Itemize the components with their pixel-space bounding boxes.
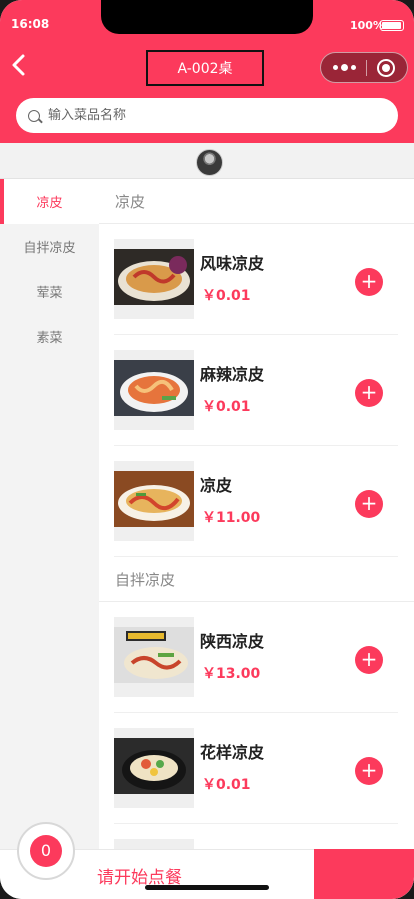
dish-name: 凉皮	[200, 476, 233, 495]
cart-count-badge: 0	[30, 835, 62, 867]
home-indicator	[145, 885, 269, 890]
add-to-cart-button[interactable]: +	[355, 646, 383, 674]
shop-avatar[interactable]	[196, 149, 223, 176]
section-title: 凉皮	[99, 179, 414, 224]
section-title: 自拌凉皮	[99, 557, 414, 602]
dish-item: 花样凉皮 ￥0.01 +	[114, 713, 398, 824]
add-to-cart-button[interactable]: +	[355, 268, 383, 296]
close-miniprogram-icon[interactable]	[377, 59, 395, 77]
page-title: A-002桌	[146, 50, 264, 86]
food-photo-icon	[114, 249, 194, 305]
sidebar-item-label: 素菜	[36, 331, 63, 346]
food-photo-icon	[114, 471, 194, 527]
dish-item: 凉皮 ￥11.00 +	[114, 446, 398, 557]
dish-name: 风味凉皮	[200, 254, 265, 273]
sidebar-item-huncai[interactable]: 荤菜	[0, 269, 99, 314]
cart-button[interactable]: 0	[17, 822, 75, 880]
dish-price: ￥13.00	[202, 666, 261, 682]
dish-price: ￥0.01	[202, 777, 251, 793]
food-photo-icon	[114, 738, 194, 794]
food-photo-icon	[114, 627, 194, 683]
back-arrow-icon[interactable]	[8, 52, 30, 78]
search-bar	[16, 98, 398, 133]
food-photo-icon	[114, 360, 194, 416]
sidebar-item-zibang-liangpi[interactable]: 自拌凉皮	[0, 224, 99, 269]
add-to-cart-button[interactable]: +	[355, 379, 383, 407]
battery-percent: 100%	[350, 19, 384, 32]
phone-screen: 16:08 100% A-002桌 凉皮 自拌凉皮 荤菜 素菜	[0, 0, 414, 899]
dish-image[interactable]	[114, 728, 194, 808]
dish-name: 陕西凉皮	[200, 632, 265, 651]
dish-name: 麻辣凉皮	[200, 365, 265, 384]
search-icon	[28, 109, 40, 122]
dish-image[interactable]	[114, 617, 194, 697]
dish-image[interactable]	[114, 839, 194, 849]
header-bar: 16:08 100% A-002桌	[0, 0, 414, 143]
battery-icon	[380, 20, 404, 31]
dish-item: 陕西凉皮 ￥13.00 +	[114, 602, 398, 713]
dish-list: 凉皮 风味凉皮 ￥0.01 + 麻辣凉皮 ￥0.01 + 凉皮 ￥11.00 +…	[99, 179, 414, 849]
more-menu-icon[interactable]	[333, 53, 363, 82]
dish-price: ￥0.01	[202, 399, 251, 415]
search-input[interactable]	[48, 108, 368, 123]
dish-name: 花样凉皮	[200, 743, 265, 762]
dish-item	[114, 824, 398, 849]
miniprogram-capsule	[320, 52, 408, 83]
sidebar-item-label: 自拌凉皮	[23, 241, 76, 256]
notch	[101, 0, 313, 34]
dish-item: 麻辣凉皮 ￥0.01 +	[114, 335, 398, 446]
checkout-button[interactable]	[314, 849, 414, 899]
capsule-divider	[366, 60, 367, 76]
sidebar-item-sucai[interactable]: 素菜	[0, 314, 99, 359]
dish-image[interactable]	[114, 239, 194, 319]
category-sidebar: 凉皮 自拌凉皮 荤菜 素菜	[0, 179, 99, 849]
add-to-cart-button[interactable]: +	[355, 757, 383, 785]
status-time: 16:08	[11, 17, 50, 31]
dish-price: ￥11.00	[202, 510, 261, 526]
dish-image[interactable]	[114, 461, 194, 541]
sidebar-item-label: 荤菜	[36, 286, 63, 301]
dish-price: ￥0.01	[202, 288, 251, 304]
shop-avatar-strip	[0, 143, 414, 179]
sidebar-item-label: 凉皮	[36, 196, 63, 211]
sidebar-item-liangpi[interactable]: 凉皮	[0, 179, 99, 224]
dish-item: 风味凉皮 ￥0.01 +	[114, 224, 398, 335]
dish-image[interactable]	[114, 350, 194, 430]
add-to-cart-button[interactable]: +	[355, 490, 383, 518]
